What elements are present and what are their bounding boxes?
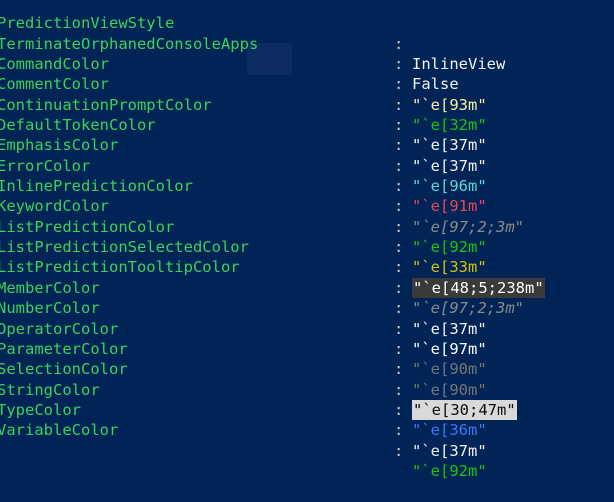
property-name: VariableColor: [0, 421, 119, 440]
property-row: SelectionColor : "`e[30;47m": [0, 339, 614, 421]
property-row: ListPredictionColor : "`e[33m": [0, 196, 614, 277]
terminal-output[interactable]: PredictionViewStyle : InlineView Termina…: [0, 0, 614, 480]
property-list: PredictionViewStyle : InlineView Termina…: [0, 0, 614, 480]
property-row: NumberColor : "`e[97m": [0, 278, 614, 358]
property-row: PredictionViewStyle : InlineView: [0, 0, 614, 73]
property-row: OperatorColor : "`e[90m": [0, 298, 614, 379]
property-row: ContinuationPromptColor : "`e[37m": [0, 74, 614, 155]
property-row: EmphasisColor : "`e[96m": [0, 115, 614, 195]
property-value: "`e[37m": [412, 441, 487, 460]
property-row: ErrorColor : "`e[91m": [0, 135, 614, 216]
property-row: StringColor : "`e[36m": [0, 359, 614, 440]
property-row: InlinePredictionColor : "`e[97;2;3m": [0, 156, 614, 236]
property-row: DefaultTokenColor : "`e[37m": [0, 95, 614, 175]
property-row: ParameterColor : "`e[90m": [0, 319, 614, 399]
separator-colon: :: [394, 441, 404, 460]
property-row: ListPredictionTooltipColor : "`e[97;2;3m…: [0, 237, 614, 317]
property-row: ListPredictionSelectedColor : "`e[48;5;2…: [0, 217, 614, 299]
property-row: MemberColor : "`e[37m": [0, 257, 614, 338]
property-value: "`e[92m": [412, 461, 487, 480]
separator-colon: :: [394, 421, 404, 440]
property-row: KeywordColor : "`e[92m": [0, 176, 614, 256]
property-row: TypeColor : "`e[37m": [0, 380, 614, 460]
property-row: VariableColor : "`e[92m": [0, 400, 614, 480]
property-row: CommandColor : "`e[93m": [0, 34, 614, 114]
property-value: "`e[36m": [412, 421, 487, 440]
property-row: TerminateOrphanedConsoleApps : False: [0, 13, 614, 94]
property-row: CommentColor : "`e[32m": [0, 54, 614, 134]
